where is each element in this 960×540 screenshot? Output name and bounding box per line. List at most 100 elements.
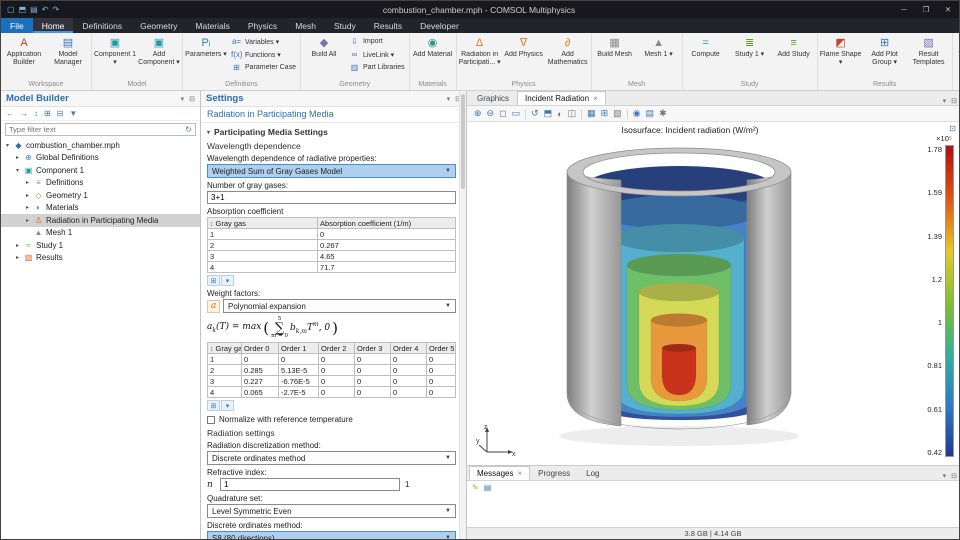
quadrature-set-select[interactable]: Level Symmetric Even▼ (207, 504, 456, 518)
menu-tab-geometry[interactable]: Geometry (131, 18, 186, 33)
gray-gases-input[interactable] (207, 191, 456, 204)
save-icon[interactable]: ▤ (30, 5, 38, 14)
build-mesh-button[interactable]: ▦Build Mesh (593, 34, 637, 68)
add-material-button[interactable]: ◉Add Material (411, 34, 455, 68)
add-component-button[interactable]: ▣Add Component ▾ (137, 34, 181, 68)
tree-node-geometry-1[interactable]: ▸◇Geometry 1 (1, 189, 200, 202)
tab-messages[interactable]: Messages× (469, 466, 530, 480)
copy-messages-icon[interactable]: ▤ (484, 483, 492, 492)
expand-arrow-icon[interactable]: ▾ (4, 142, 11, 149)
menu-tab-results[interactable]: Results (365, 18, 411, 33)
table-cell[interactable]: 4 (208, 387, 242, 398)
result-templates-button[interactable]: ▧Result Templates (907, 34, 951, 68)
tree-node-mesh-1[interactable]: ▲Mesh 1 (1, 227, 200, 240)
tree-node-materials[interactable]: ▸◐Materials (1, 202, 200, 215)
select-box-icon[interactable]: ⊞ (601, 108, 609, 119)
table-cell[interactable]: 71.7 (318, 262, 456, 273)
refresh-icon[interactable]: ↻ (182, 125, 195, 134)
table-cell[interactable]: 3 (208, 376, 242, 387)
undo-icon[interactable]: ↶ (42, 5, 49, 14)
table-cell[interactable]: 0 (242, 354, 279, 365)
table-cell[interactable]: 5.13E-5 (279, 365, 319, 376)
table-cell[interactable]: 0.227 (242, 376, 279, 387)
maximize-button[interactable]: ❐ (915, 1, 937, 18)
tree-node-global-definitions[interactable]: ▸⊕Global Definitions (1, 152, 200, 165)
orthographic-view-icon[interactable]: ⬒ (544, 108, 553, 119)
section-participating-media-settings[interactable]: ▾Participating Media Settings (207, 127, 456, 137)
forward-icon[interactable]: → (20, 109, 28, 118)
menu-tab-materials[interactable]: Materials (186, 18, 238, 33)
plot-corner-menu-icon[interactable]: ⊡ (949, 124, 956, 133)
add-physics-button[interactable]: ∇Add Physics (502, 34, 546, 68)
table-cell[interactable]: 0 (355, 376, 391, 387)
table-cell[interactable]: -2.7E-5 (279, 387, 319, 398)
show-options-icon[interactable]: ▼ (69, 109, 77, 118)
expand-arrow-icon[interactable]: ▸ (14, 154, 21, 161)
tree-node-results[interactable]: ▸▧Results (1, 252, 200, 265)
checkbox-box[interactable] (207, 416, 215, 424)
scene-light-icon[interactable]: ◐ (557, 109, 562, 119)
close-button[interactable]: ✕ (937, 1, 959, 18)
menu-tab-developer[interactable]: Developer (411, 18, 468, 33)
table-cell[interactable]: 0 (427, 387, 456, 398)
table-cell[interactable]: 0 (319, 354, 355, 365)
hide-object-icon[interactable]: ▧ (613, 108, 622, 119)
table-cell[interactable]: 0 (391, 354, 427, 365)
wireframe-icon[interactable]: ▦ (587, 108, 596, 119)
table-cell[interactable]: 0.285 (242, 365, 279, 376)
functions-button[interactable]: f(x)Functions ▾ (228, 48, 299, 61)
table-cell[interactable]: 0 (427, 365, 456, 376)
table-cell[interactable]: 4.65 (318, 251, 456, 262)
new-file-icon[interactable]: ▢ (7, 5, 15, 14)
back-icon[interactable]: ← (6, 109, 14, 118)
table-load-icon[interactable]: ⊞ (207, 400, 220, 411)
zoom-extents-icon[interactable]: ◻ (499, 108, 506, 119)
table-cell[interactable]: 0 (355, 387, 391, 398)
study-button[interactable]: ≣Study 1 ▾ (728, 34, 772, 68)
build-all-button[interactable]: ◆Build All (302, 34, 346, 68)
tree-node-component-1[interactable]: ▾▣Component 1 (1, 164, 200, 177)
menu-tab-physics[interactable]: Physics (239, 18, 286, 33)
discretization-select[interactable]: Discrete ordinates method▼ (207, 451, 456, 465)
table-menu-icon[interactable]: ▾ (221, 400, 234, 411)
tab-progress[interactable]: Progress (530, 466, 578, 480)
panel-collapse-icon[interactable]: ⊟ (951, 472, 957, 480)
plot-settings-icon[interactable]: ✱ (659, 108, 667, 119)
expand-arrow-icon[interactable]: ▸ (24, 204, 31, 211)
menu-tab-file[interactable]: File (1, 18, 33, 33)
component-button[interactable]: ▣Component 1 ▾ (93, 34, 137, 68)
mesh-button[interactable]: ▲Mesh 1 ▾ (637, 34, 681, 68)
plot-canvas[interactable]: Isosurface: Incident radiation (W/m²) ⊡ (467, 122, 959, 465)
menu-tab-home[interactable]: Home (33, 18, 74, 33)
windows-button[interactable]: ▢Windows ▾ (954, 34, 959, 68)
settings-scrollbar[interactable] (459, 91, 466, 539)
tree-node-definitions[interactable]: ▸≡Definitions (1, 177, 200, 190)
add-study-button[interactable]: ≡Add Study (772, 34, 816, 68)
zoom-in-icon[interactable]: ⊕ (474, 108, 482, 119)
table-menu-icon[interactable]: ▾ (221, 275, 234, 286)
expand-arrow-icon[interactable]: ▸ (24, 217, 31, 224)
tree-node-root[interactable]: ▾◆combustion_chamber.mph (1, 139, 200, 152)
print-icon[interactable]: ▤ (646, 108, 655, 119)
refractive-index-input[interactable] (220, 478, 400, 491)
zoom-box-icon[interactable]: ▭ (512, 108, 521, 119)
table-cell[interactable]: 0 (427, 376, 456, 387)
menu-tab-mesh[interactable]: Mesh (286, 18, 325, 33)
menu-tab-definitions[interactable]: Definitions (73, 18, 131, 33)
import-button[interactable]: ⇩Import (346, 35, 408, 48)
table-cell[interactable]: 0 (279, 354, 319, 365)
add-plot-group-button[interactable]: ⊞Add Plot Group ▾ (863, 34, 907, 68)
expand-arrow-icon[interactable]: ▸ (14, 242, 21, 249)
panel-collapse-icon[interactable]: ⊟ (189, 95, 195, 103)
table-cell[interactable]: -6.76E-5 (279, 376, 319, 387)
minimize-button[interactable]: ─ (893, 1, 915, 18)
edit-message-icon[interactable]: ✎ (472, 483, 479, 492)
panel-menu-icon[interactable]: ▾ (943, 97, 947, 105)
default-view-icon[interactable]: ↺ (531, 108, 539, 119)
tab-graphics[interactable]: Graphics (469, 91, 517, 105)
part-libraries-button[interactable]: ▥Part Libraries (346, 61, 408, 74)
table-cell[interactable]: 0.267 (318, 240, 456, 251)
tree-filter-input[interactable] (6, 125, 182, 134)
table-load-icon[interactable]: ⊞ (207, 275, 220, 286)
table-cell[interactable]: 0 (319, 376, 355, 387)
